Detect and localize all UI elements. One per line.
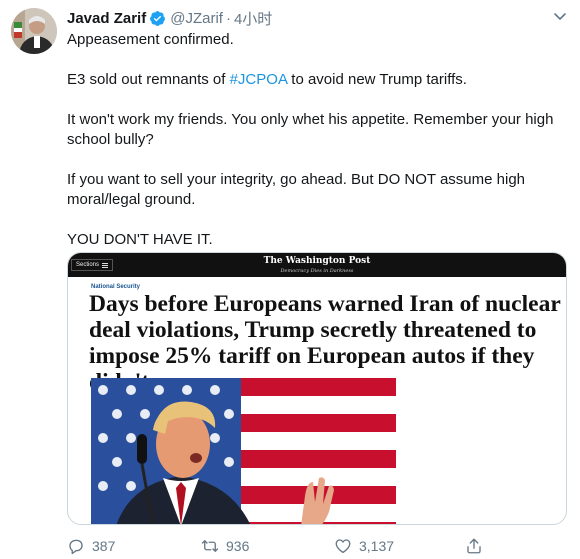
masthead: The Washington Post	[263, 256, 371, 266]
like-icon	[335, 539, 351, 554]
article-photo	[91, 378, 396, 524]
reply-icon	[69, 539, 83, 555]
share-button[interactable]	[465, 537, 483, 555]
author-name[interactable]: Javad Zarif	[67, 10, 146, 27]
wapo-header-bar: Sections The Washington Post Democracy D…	[68, 253, 566, 277]
retweet-icon	[201, 540, 219, 552]
retweet-count: 936	[226, 538, 250, 554]
avatar-photo	[11, 8, 57, 54]
tweet-line-text: to avoid new Trump tariffs.	[287, 71, 467, 88]
tweet-line: YOU DON'T HAVE IT.	[67, 231, 213, 248]
tweet-line: If you want to sell your integrity, go a…	[67, 171, 526, 208]
like-count: 3,137	[359, 538, 395, 554]
tweet-line: It won't work my friends. You only whet …	[67, 111, 554, 148]
article-photo-image	[91, 378, 396, 524]
share-icon	[467, 538, 481, 554]
avatar[interactable]	[11, 8, 57, 54]
hashtag-link[interactable]: #JCPOA	[230, 71, 288, 88]
verified-badge-icon	[150, 10, 166, 26]
like-button[interactable]: 3,137	[334, 537, 394, 555]
tweet-line: Appeasement confirmed.	[67, 31, 234, 48]
tweet-line-text: E3 sold out remnants of	[67, 71, 230, 88]
tweet-line: E3 sold out remnants of #JCPOA to avoid …	[67, 70, 567, 90]
tweet-timestamp[interactable]: 4小时	[234, 8, 272, 29]
tweet-actions: 387 936 3,137	[67, 537, 567, 555]
section-label: National Security	[91, 284, 141, 290]
author-handle[interactable]: @JZarif	[170, 10, 223, 27]
chevron-down-icon[interactable]	[552, 8, 568, 24]
tweet-header: Javad Zarif @JZarif · 4小时	[67, 8, 272, 28]
tagline: Democracy Dies in Darkness	[280, 268, 354, 274]
reply-button[interactable]: 387	[67, 537, 115, 555]
retweet-button[interactable]: 936	[201, 537, 249, 555]
tweet-text: Appeasement confirmed. E3 sold out remna…	[67, 30, 567, 270]
header-separator: ·	[225, 9, 231, 27]
reply-count: 387	[92, 538, 116, 554]
article-card[interactable]: Sections The Washington Post Democracy D…	[67, 252, 567, 525]
